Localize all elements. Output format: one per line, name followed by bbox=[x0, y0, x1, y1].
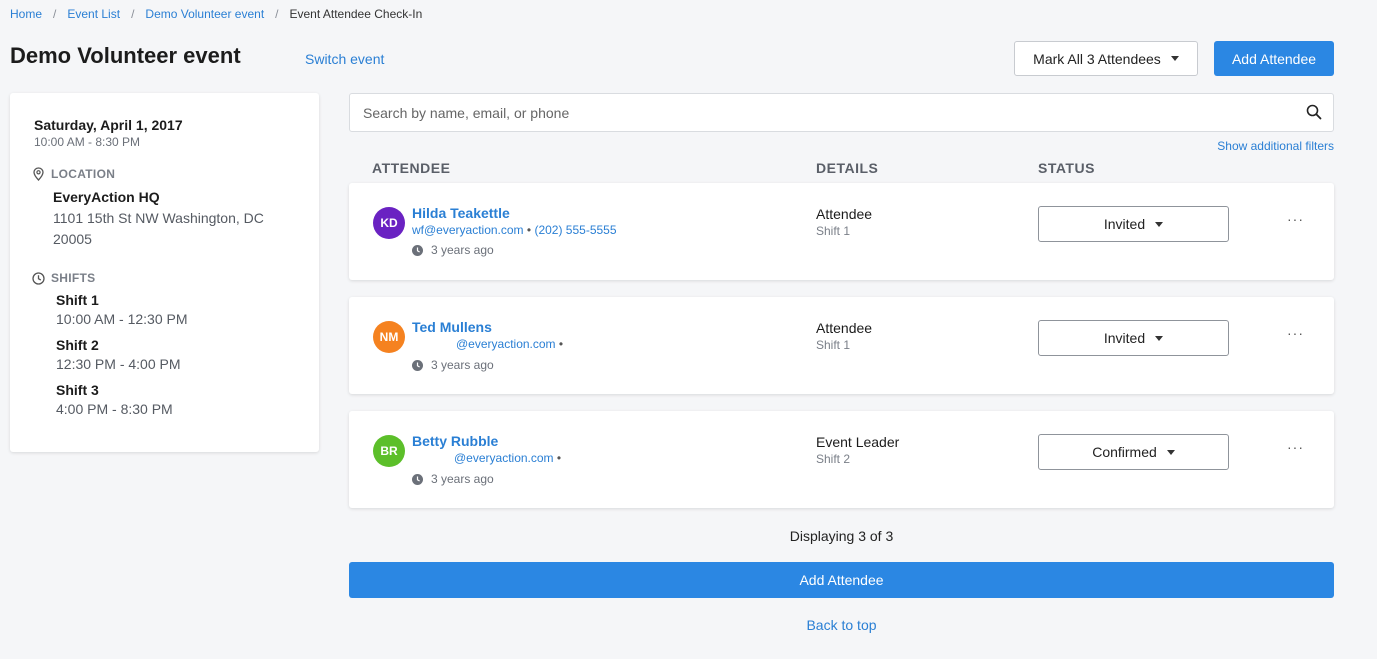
mark-all-label: Mark All 3 Attendees bbox=[1033, 50, 1161, 67]
clock-icon bbox=[412, 473, 423, 485]
column-header-attendee: ATTENDEE bbox=[372, 160, 451, 176]
page-title: Demo Volunteer event bbox=[10, 43, 241, 68]
time-ago: 3 years ago bbox=[431, 243, 494, 257]
breadcrumb-event-list[interactable]: Event List bbox=[67, 7, 120, 21]
attendee-row: NM Ted Mullens @everyaction.com • 3 year… bbox=[349, 297, 1334, 394]
attendee-email-link[interactable]: @everyaction.com bbox=[454, 451, 554, 465]
event-info-panel: Saturday, April 1, 2017 10:00 AM - 8:30 … bbox=[10, 93, 319, 452]
attendee-timestamp: 3 years ago bbox=[412, 472, 494, 486]
contact-separator: • bbox=[556, 451, 562, 465]
shift-time: 12:30 PM - 4:00 PM bbox=[56, 356, 181, 372]
more-options-icon[interactable]: ··· bbox=[1287, 325, 1304, 341]
time-ago: 3 years ago bbox=[431, 472, 494, 486]
shift-item: Shift 2 12:30 PM - 4:00 PM bbox=[56, 337, 181, 372]
attendee-name-link[interactable]: Hilda Teakettle bbox=[412, 205, 510, 221]
status-value: Invited bbox=[1103, 216, 1146, 232]
back-to-top-link[interactable]: Back to top bbox=[349, 617, 1334, 633]
clock-icon bbox=[412, 359, 423, 371]
location-heading-label: LOCATION bbox=[51, 167, 116, 181]
shift-time: 4:00 PM - 8:30 PM bbox=[56, 401, 173, 417]
breadcrumb-current: Event Attendee Check-In bbox=[289, 7, 423, 21]
pagination-count: Displaying 3 of 3 bbox=[789, 528, 894, 544]
avatar: BR bbox=[373, 435, 405, 467]
attendee-timestamp: 3 years ago bbox=[412, 243, 494, 257]
column-header-status: STATUS bbox=[1038, 160, 1095, 176]
attendee-contact: @everyaction.com • bbox=[456, 337, 563, 351]
location-heading: LOCATION bbox=[32, 167, 115, 181]
breadcrumb-separator: / bbox=[131, 7, 135, 21]
attendee-contact: @everyaction.com • bbox=[454, 451, 561, 465]
shift-time: 10:00 AM - 12:30 PM bbox=[56, 311, 188, 327]
attendee-role: Attendee bbox=[816, 320, 873, 336]
attendee-role: Event Leader bbox=[816, 434, 900, 450]
status-dropdown[interactable]: Invited bbox=[1038, 206, 1229, 242]
caret-down-icon bbox=[1155, 221, 1164, 227]
shift-name: Shift 1 bbox=[56, 292, 99, 308]
contact-separator: • bbox=[558, 337, 564, 351]
column-header-details: DETAILS bbox=[816, 160, 879, 176]
switch-event-link[interactable]: Switch event bbox=[305, 51, 384, 67]
breadcrumb-home[interactable]: Home bbox=[10, 7, 42, 21]
attendee-name-link[interactable]: Ted Mullens bbox=[412, 319, 492, 335]
breadcrumb: Home / Event List / Demo Volunteer event… bbox=[10, 7, 422, 21]
attendee-email-link[interactable]: @everyaction.com bbox=[456, 337, 556, 351]
shift-item: Shift 1 10:00 AM - 12:30 PM bbox=[56, 292, 188, 327]
shifts-heading-label: SHIFTS bbox=[51, 271, 96, 285]
attendee-role: Attendee bbox=[816, 206, 873, 222]
breadcrumb-event[interactable]: Demo Volunteer event bbox=[145, 7, 264, 21]
status-dropdown[interactable]: Invited bbox=[1038, 320, 1229, 356]
add-attendee-button[interactable]: Add Attendee bbox=[1214, 41, 1334, 76]
contact-separator: • bbox=[526, 223, 532, 237]
attendee-name-link[interactable]: Betty Rubble bbox=[412, 433, 498, 449]
location-name: EveryAction HQ bbox=[53, 189, 160, 205]
status-value: Confirmed bbox=[1092, 444, 1157, 460]
shifts-heading: SHIFTS bbox=[32, 271, 95, 285]
attendee-shift: Shift 1 bbox=[816, 224, 851, 238]
add-attendee-bottom-button[interactable]: Add Attendee bbox=[349, 562, 1334, 598]
attendee-shift: Shift 1 bbox=[816, 338, 851, 352]
attendee-timestamp: 3 years ago bbox=[412, 358, 494, 372]
location-address: 1101 15th St NW Washington, DC 20005 bbox=[53, 210, 264, 247]
time-ago: 3 years ago bbox=[431, 358, 494, 372]
more-options-icon[interactable]: ··· bbox=[1287, 439, 1304, 455]
shift-name: Shift 2 bbox=[56, 337, 99, 353]
caret-down-icon bbox=[1170, 56, 1179, 61]
attendee-row: KD Hilda Teakettle wf@everyaction.com • … bbox=[349, 183, 1334, 280]
search-icon[interactable] bbox=[1306, 104, 1322, 120]
avatar: KD bbox=[373, 207, 405, 239]
mark-all-attendees-button[interactable]: Mark All 3 Attendees bbox=[1014, 41, 1198, 76]
shift-item: Shift 3 4:00 PM - 8:30 PM bbox=[56, 382, 173, 417]
breadcrumb-separator: / bbox=[53, 7, 57, 21]
attendee-row: BR Betty Rubble @everyaction.com • 3 yea… bbox=[349, 411, 1334, 508]
event-date: Saturday, April 1, 2017 bbox=[34, 117, 183, 133]
attendee-shift: Shift 2 bbox=[816, 452, 851, 466]
clock-icon bbox=[412, 244, 423, 256]
search-input[interactable] bbox=[363, 94, 1293, 131]
clock-icon bbox=[32, 271, 45, 285]
status-value: Invited bbox=[1103, 330, 1146, 346]
show-additional-filters-link[interactable]: Show additional filters bbox=[1217, 139, 1334, 153]
attendee-phone-link[interactable]: (202) 555-5555 bbox=[534, 223, 616, 237]
status-dropdown[interactable]: Confirmed bbox=[1038, 434, 1229, 470]
caret-down-icon bbox=[1166, 449, 1175, 455]
avatar: NM bbox=[373, 321, 405, 353]
shift-name: Shift 3 bbox=[56, 382, 99, 398]
map-pin-icon bbox=[33, 167, 44, 181]
attendee-contact: wf@everyaction.com • (202) 555-5555 bbox=[412, 223, 617, 237]
attendee-email-link[interactable]: wf@everyaction.com bbox=[412, 223, 524, 237]
caret-down-icon bbox=[1155, 335, 1164, 341]
event-time: 10:00 AM - 8:30 PM bbox=[34, 135, 141, 149]
search-box bbox=[349, 93, 1334, 132]
breadcrumb-separator: / bbox=[275, 7, 279, 21]
more-options-icon[interactable]: ··· bbox=[1287, 211, 1304, 227]
